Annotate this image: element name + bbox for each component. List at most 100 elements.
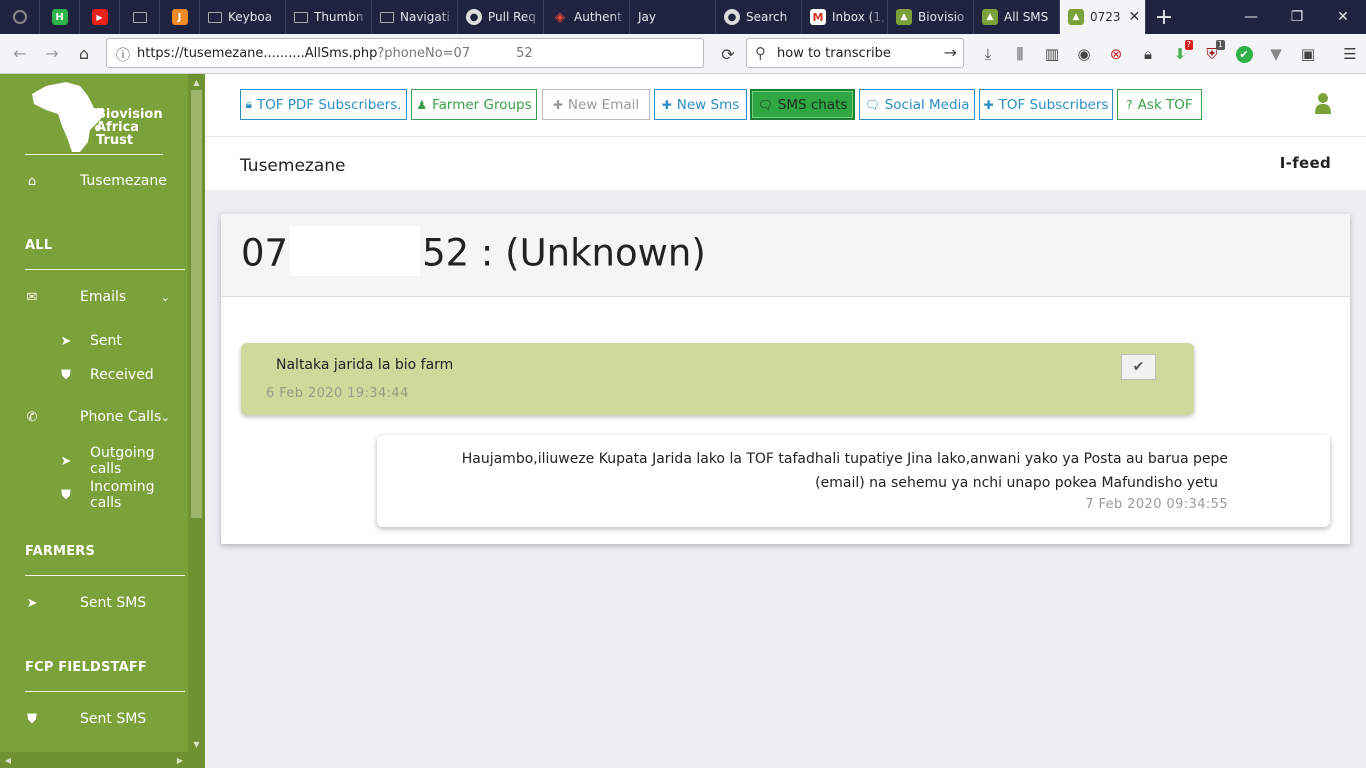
sidebar-item-received-emails[interactable]: ⛊ Received <box>0 361 188 389</box>
person-icon: ♟ <box>416 97 428 112</box>
url-bar[interactable]: ⓘ https://tusemezane..........AllSms.php… <box>106 38 704 68</box>
browser-toolbar: ⤓ ⫼ ▥ ◉ ⊗ 🔒︎ ⬇? ⛨ 1 ✔ ▼ ▣ ☰ <box>972 38 1366 70</box>
github-icon: ● <box>466 9 482 25</box>
tab-navigation[interactable]: Navigati <box>372 0 458 34</box>
tab-keyboard[interactable]: Keyboa <box>200 0 286 34</box>
search-value: how to transcribe <box>777 45 891 61</box>
sidebar-horizontal-scrollbar[interactable]: ◀ ▶ <box>0 752 188 768</box>
download-icon[interactable]: ⤓ <box>972 38 1004 70</box>
tab-pinned-5[interactable]: J <box>160 0 200 34</box>
tab-label: Keyboa <box>228 10 273 24</box>
shield-extension-icon[interactable]: ⛨ 1 <box>1196 38 1228 70</box>
sms-chats-button[interactable]: 🗨︎ SMS chats <box>750 89 855 120</box>
tab-pinned-2[interactable]: H <box>40 0 80 34</box>
forward-button[interactable]: → <box>36 38 68 70</box>
sidebar-item-label: Outgoing calls <box>90 445 155 477</box>
back-button[interactable]: ← <box>4 38 36 70</box>
tab-search[interactable]: ● Search <box>716 0 802 34</box>
biovision-icon: ▲ <box>982 9 998 25</box>
user-icon[interactable] <box>1314 92 1332 114</box>
close-tab-icon[interactable]: ✕ <box>1129 9 1141 25</box>
new-tab-button[interactable]: + <box>1146 0 1182 34</box>
close-window-icon[interactable]: ✕ <box>1320 0 1366 34</box>
biovision-icon: ▲ <box>896 9 912 25</box>
blocker-icon[interactable]: ⊗ <box>1100 38 1132 70</box>
extension-badge: 1 <box>1215 40 1225 50</box>
sidebar-item-home[interactable]: ⌂ Tusemezane <box>0 167 188 195</box>
social-media-button[interactable]: 🗨︎ Social Media <box>859 89 975 120</box>
tab-inbox[interactable]: M Inbox (1, <box>802 0 888 34</box>
chat-bubbles-icon: 🗨︎ <box>864 97 880 112</box>
sidebar-item-phone-calls[interactable]: ✆ Phone Calls ⌄ <box>0 403 188 431</box>
reload-button[interactable]: ⟳ <box>712 38 744 70</box>
home-icon: ⌂ <box>27 173 37 189</box>
account-icon[interactable]: ◉ <box>1068 38 1100 70</box>
tab-biovision[interactable]: ▲ Biovisio <box>888 0 974 34</box>
arrow-right-icon: → <box>45 44 59 63</box>
sidebar-item-label: Emails <box>80 289 127 305</box>
section-heading-all: ALL <box>25 238 53 253</box>
search-bar[interactable]: ⚲ how to transcribe → <box>746 38 964 68</box>
sidebar-vertical-scrollbar[interactable]: ▲ ▼ <box>188 74 205 768</box>
section-heading-fcp-fieldstaff: FCP FIELDSTAFF <box>25 660 147 675</box>
window-controls: — ❐ ✕ <box>1228 0 1366 34</box>
button-label: Ask TOF <box>1137 96 1193 113</box>
sidebar-item-label: Sent SMS <box>80 711 147 727</box>
scroll-left-icon[interactable]: ◀ <box>0 752 16 768</box>
button-label: Social Media <box>884 96 970 113</box>
monitor-icon <box>380 11 394 23</box>
arrow-left-icon: ← <box>13 44 27 63</box>
chat-header: 07 52 : (Unknown) <box>221 214 1350 297</box>
sidebar-item-emails[interactable]: ✉ Emails ⌄ <box>0 283 188 311</box>
search-go-icon[interactable]: → <box>944 43 957 62</box>
scroll-up-icon[interactable]: ▲ <box>188 74 205 90</box>
tab-label: Search <box>746 10 788 24</box>
restore-icon[interactable]: ❐ <box>1274 0 1320 34</box>
check-extension-icon[interactable]: ✔ <box>1228 38 1260 70</box>
sidebar-item-incoming-calls[interactable]: ⛊ Incoming calls <box>0 479 188 511</box>
j-app-icon: J <box>171 9 188 25</box>
new-email-button[interactable]: ✚ New Email <box>542 89 650 120</box>
tab-thumbnail[interactable]: Thumbn <box>286 0 372 34</box>
lock-extension-icon[interactable]: 🔒︎ <box>1132 38 1164 70</box>
tab-authentication[interactable]: ◈ Authent <box>544 0 630 34</box>
sidebar-toggle-icon[interactable]: ▥ <box>1036 38 1068 70</box>
tab-pinned-4[interactable] <box>120 0 160 34</box>
farmer-groups-button[interactable]: ♟ Farmer Groups <box>411 89 537 120</box>
chat-panel: 07 52 : (Unknown) Naltaka jarida la bio f… <box>221 214 1350 544</box>
scrollbar-thumb[interactable] <box>191 90 202 518</box>
ask-tof-button[interactable]: ? Ask TOF <box>1117 89 1202 120</box>
tab-pinned-3[interactable]: ▶ <box>80 0 120 34</box>
tab-jay[interactable]: Jay <box>630 0 716 34</box>
menu-icon[interactable]: ☰ <box>1334 38 1366 70</box>
sidebar-item-fcp-sent-sms[interactable]: ⛊ Sent SMS <box>0 705 188 733</box>
scroll-down-icon[interactable]: ▼ <box>188 736 205 752</box>
screenshot-extension-icon[interactable]: ▣ <box>1292 38 1324 70</box>
tab-pinned-1[interactable] <box>0 0 40 34</box>
sidebar-item-farmers-sent-sms[interactable]: ➤ Sent SMS <box>0 589 188 617</box>
sidebar-item-sent-emails[interactable]: ➤ Sent <box>0 327 188 355</box>
tab-pull-request[interactable]: ● Pull Req <box>458 0 544 34</box>
tab-all-sms[interactable]: ▲ All SMS <box>974 0 1060 34</box>
library-icon[interactable]: ⫼ <box>1004 38 1036 70</box>
gmail-icon: M <box>810 9 826 25</box>
vpn-extension-icon[interactable]: ▼ <box>1260 38 1292 70</box>
sidebar-item-outgoing-calls[interactable]: ➤ Outgoing calls <box>0 445 188 477</box>
message-timestamp: 6 Feb 2020 19:34:44 <box>266 386 409 401</box>
home-button[interactable]: ⌂ <box>68 38 100 70</box>
message-timestamp: 7 Feb 2020 09:34:55 <box>1085 497 1228 512</box>
monitor-icon <box>294 11 308 23</box>
ifeed-link[interactable]: I-feed <box>1280 154 1331 172</box>
minimize-icon[interactable]: — <box>1228 0 1274 34</box>
brand-name[interactable]: Tusemezane <box>240 156 346 176</box>
scroll-right-icon[interactable]: ▶ <box>172 752 188 768</box>
new-sms-button[interactable]: ✚ New Sms <box>654 89 747 120</box>
mark-read-button[interactable]: ✔ <box>1121 354 1156 380</box>
site-info-icon: ⓘ <box>116 48 130 64</box>
tof-pdf-subscribers-button[interactable]: 🔒︎ TOF PDF Subscribers. <box>240 89 407 120</box>
download-extension-icon[interactable]: ⬇? <box>1164 38 1196 70</box>
tof-subscribers-button[interactable]: ✚ TOF Subscribers <box>979 89 1113 120</box>
tab-active-chat[interactable]: ▲ 0723 ✕ <box>1060 0 1146 34</box>
url-query-start: ?phoneNo=07 <box>377 45 471 61</box>
sidebar: Biovision Africa Trust ⌂ Tusemezane ALL … <box>0 74 205 768</box>
